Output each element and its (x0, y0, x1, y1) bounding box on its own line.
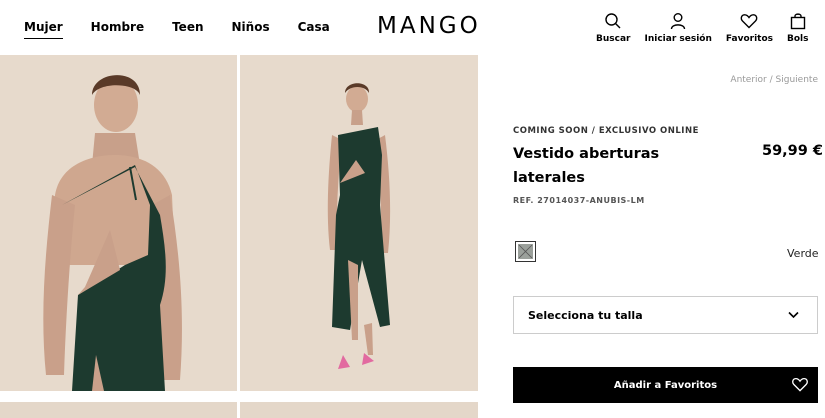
header-actions: Buscar Iniciar sesión Favoritos Bols (596, 12, 823, 44)
user-icon (670, 13, 686, 30)
heart-outline-icon (792, 377, 808, 392)
product-title: Vestido aberturas laterales (513, 146, 660, 186)
main-nav: Mujer Hombre Teen Niños Casa (24, 20, 358, 39)
bag-button[interactable]: Bols (787, 12, 809, 44)
search-label: Buscar (596, 34, 631, 44)
nav-ninos[interactable]: Niños (232, 20, 270, 39)
add-to-favorites-label: Añadir a Favoritos (613, 379, 718, 391)
login-button[interactable]: Iniciar sesión (644, 12, 712, 44)
nav-mujer[interactable]: Mujer (24, 20, 63, 39)
model-closeup-illustration (0, 55, 237, 391)
product-reference: REF. 27014037-ANUBIS-LM (513, 196, 645, 205)
product-pager: Anterior / Siguiente (730, 75, 818, 85)
nav-teen[interactable]: Teen (172, 20, 203, 39)
product-price: 59,99 € (762, 143, 824, 159)
search-button[interactable]: Buscar (596, 12, 630, 44)
model-full-illustration (240, 55, 478, 391)
product-image-full[interactable] (240, 55, 478, 391)
product-tag: COMING SOON / EXCLUSIVO ONLINE (513, 126, 699, 136)
next-link[interactable]: Siguiente (776, 75, 818, 85)
bag-label: Bols (787, 34, 809, 44)
pager-separator: / (769, 75, 773, 85)
site-header: Mujer Hombre Teen Niños Casa MANGO Busca… (0, 0, 825, 55)
color-swatch-verde[interactable] (515, 241, 536, 262)
product-image-3-partial[interactable] (0, 402, 237, 418)
prev-link[interactable]: Anterior (730, 75, 766, 85)
color-name: Verde (787, 247, 819, 260)
heart-icon (741, 14, 758, 29)
logo[interactable]: MANGO (377, 13, 481, 39)
favorites-button[interactable]: Favoritos (726, 12, 773, 44)
favorites-label: Favoritos (725, 34, 773, 44)
product-image-closeup[interactable] (0, 55, 237, 391)
login-label: Iniciar sesión (644, 34, 712, 44)
swatch-fill (518, 244, 533, 259)
add-to-favorites-button[interactable]: Añadir a Favoritos (513, 367, 818, 403)
nav-casa[interactable]: Casa (298, 20, 330, 39)
size-select[interactable]: Selecciona tu talla (513, 296, 818, 334)
swatch-cross-icon (518, 244, 533, 259)
nav-hombre[interactable]: Hombre (91, 20, 144, 39)
size-select-label: Selecciona tu talla (528, 308, 643, 322)
chevron-down-icon (788, 311, 799, 319)
bag-icon (790, 13, 805, 30)
product-image-4-partial[interactable] (240, 402, 478, 418)
search-icon (605, 13, 621, 29)
